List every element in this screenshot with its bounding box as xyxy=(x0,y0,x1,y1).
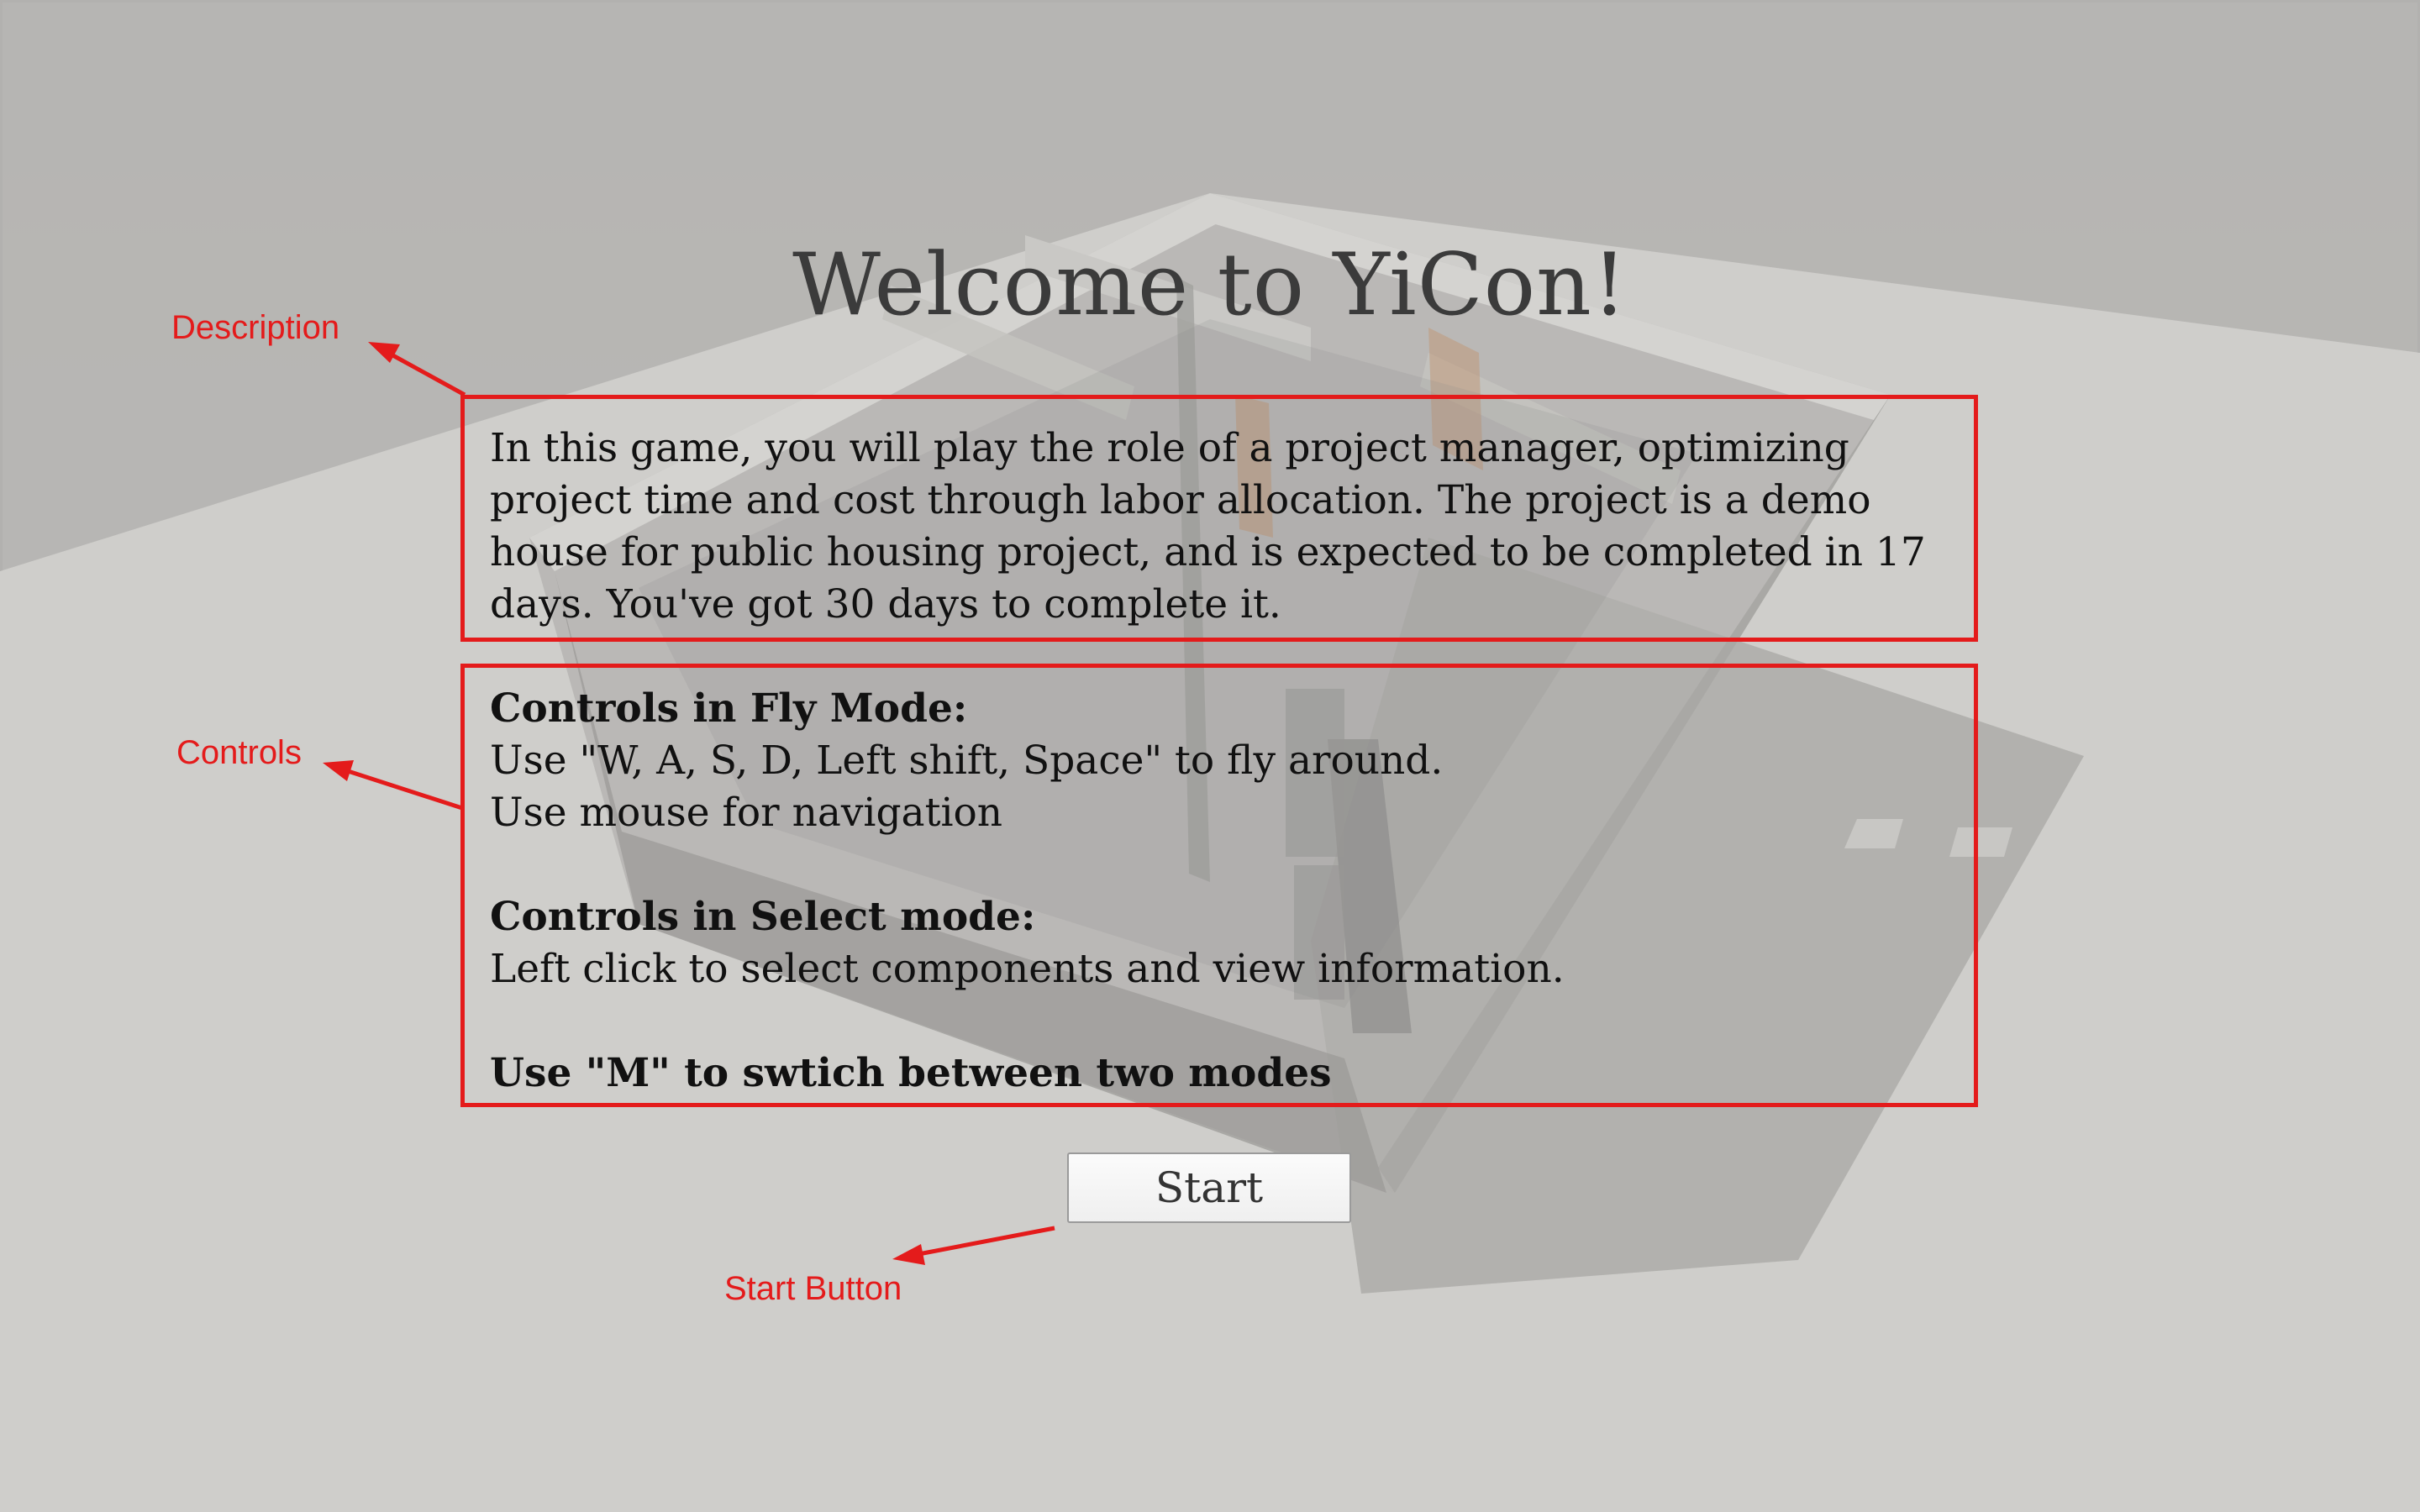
start-button[interactable]: Start xyxy=(1067,1152,1351,1223)
description-line: house for public housing project, and is… xyxy=(490,529,1926,575)
description-line: In this game, you will play the role of … xyxy=(490,425,1849,471)
game-start-screen: Welcome to YiCon! In this game, you will… xyxy=(0,0,2420,1512)
welcome-title: Welcome to YiCon! xyxy=(792,235,1628,335)
annotation-controls-label: Controls xyxy=(176,734,302,771)
fly-mode-mouse-text: Use mouse for navigation xyxy=(490,790,1003,836)
fly-mode-heading: Controls in Fly Mode: xyxy=(490,685,968,732)
controls-panel: Controls in Fly Mode: Use "W, A, S, D, L… xyxy=(460,664,1978,1107)
description-panel: In this game, you will play the role of … xyxy=(460,395,1978,642)
description-line: project time and cost through labor allo… xyxy=(490,477,1871,523)
description-line: days. You've got 30 days to complete it. xyxy=(490,581,1281,627)
annotation-start-button-label: Start Button xyxy=(724,1270,902,1307)
fly-mode-keys-text: Use "W, A, S, D, Left shift, Space" to f… xyxy=(490,738,1444,784)
mode-switch-text: Use "M" to swtich between two modes xyxy=(490,1050,1332,1096)
select-mode-heading: Controls in Select mode: xyxy=(490,894,1036,940)
annotation-description-label: Description xyxy=(171,309,340,346)
select-mode-text: Left click to select components and view… xyxy=(490,946,1565,992)
